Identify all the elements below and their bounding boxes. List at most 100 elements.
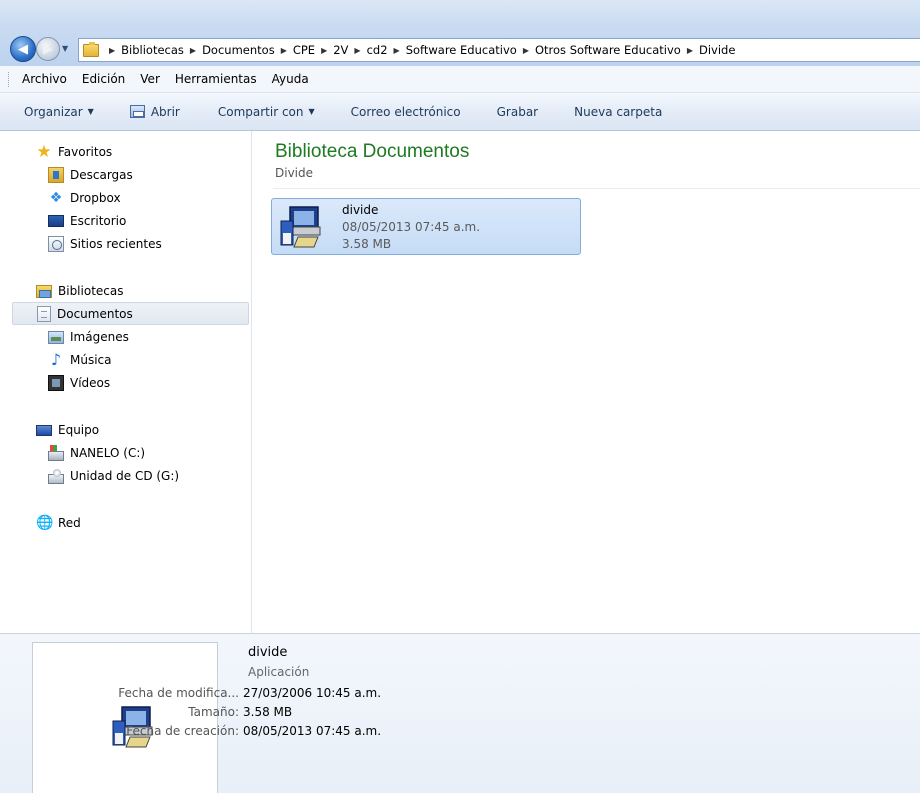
sidebar-label: Música — [70, 353, 112, 367]
organizar-button[interactable]: Organizar ▼ — [24, 105, 94, 119]
details-created-row: Fecha de creación: 08/05/2013 07:45 a.m. — [44, 724, 381, 738]
computer-icon — [36, 424, 52, 436]
sidebar-label: Bibliotecas — [58, 284, 124, 298]
network-icon: 🌐 — [36, 515, 54, 531]
music-note-icon: ♪ — [50, 350, 62, 369]
details-modified-label: Fecha de modifica... — [118, 686, 239, 700]
breadcrumb-separator-icon[interactable]: ▶ — [190, 46, 196, 55]
menu-ver[interactable]: Ver — [140, 72, 160, 86]
details-pane: divide Aplicación Fecha de modifica... 27… — [0, 633, 920, 793]
video-film-icon — [48, 375, 64, 391]
compartir-label: Compartir con — [217, 104, 304, 119]
sidebar-label: Sitios recientes — [70, 237, 162, 251]
details-size-label: Tamaño: — [188, 705, 239, 719]
breadcrumb-separator-icon[interactable]: ▶ — [321, 46, 327, 55]
desktop-icon — [48, 215, 64, 227]
sidebar-item-equipo[interactable]: Equipo — [36, 419, 99, 441]
breadcrumb-separator-icon[interactable]: ▶ — [687, 46, 693, 55]
menu-grip — [8, 72, 11, 87]
compartir-button[interactable]: Compartir con ▼ — [218, 105, 315, 119]
details-created-value[interactable]: 08/05/2013 07:45 a.m. — [243, 724, 381, 738]
sidebar-item-sitios-recientes[interactable]: Sitios recientes — [48, 233, 162, 255]
sidebar-item-dropbox[interactable]: ❖ Dropbox — [48, 187, 121, 209]
open-icon — [129, 105, 145, 118]
downloads-folder-icon — [48, 167, 64, 183]
breadcrumb-cpe[interactable]: CPE — [293, 43, 315, 57]
file-item-divide[interactable]: divide 08/05/2013 07:45 a.m. 3.58 MB — [271, 198, 581, 255]
menu-herramientas[interactable]: Herramientas — [175, 72, 257, 86]
sidebar-item-red[interactable]: 🌐 Red — [36, 512, 81, 534]
breadcrumb-2v[interactable]: 2V — [333, 43, 348, 57]
breadcrumb-separator-icon[interactable]: ▶ — [281, 46, 287, 55]
sidebar-label: Unidad de CD (G:) — [70, 469, 180, 483]
breadcrumb-separator-icon[interactable]: ▶ — [394, 46, 400, 55]
breadcrumb-bibliotecas[interactable]: Bibliotecas — [121, 43, 184, 57]
recent-pages-dropdown-icon[interactable]: ▼ — [62, 44, 68, 53]
breadcrumb-separator-icon[interactable]: ▶ — [354, 46, 360, 55]
breadcrumb-software-educativo[interactable]: Software Educativo — [406, 43, 517, 57]
chevron-down-icon: ▼ — [308, 107, 315, 116]
breadcrumb-documentos[interactable]: Documentos — [202, 43, 275, 57]
breadcrumb-otros-software-educativo[interactable]: Otros Software Educativo — [535, 43, 681, 57]
details-created-label: Fecha de creación: — [126, 724, 239, 738]
abrir-button[interactable]: Abrir — [129, 104, 180, 119]
menu-ayuda[interactable]: Ayuda — [272, 72, 309, 86]
hard-drive-icon — [48, 445, 64, 461]
sidebar-item-imagenes[interactable]: Imágenes — [48, 326, 129, 348]
forward-arrow-icon: ▶ — [43, 41, 53, 57]
sidebar-item-bibliotecas[interactable]: Bibliotecas — [36, 280, 123, 302]
file-list-pane: Biblioteca Documentos Divide divide 08/0… — [253, 131, 920, 633]
grabar-button[interactable]: Grabar — [497, 105, 539, 119]
navigation-pane: ★ Favoritos Descargas ❖ Dropbox Escritor… — [0, 131, 252, 633]
menu-archivo[interactable]: Archivo — [22, 72, 67, 86]
chevron-down-icon: ▼ — [87, 107, 94, 116]
libraries-icon — [36, 284, 52, 298]
details-modified-value[interactable]: 27/03/2006 10:45 a.m. — [243, 686, 381, 700]
menu-edicion[interactable]: Edición — [82, 72, 125, 86]
abrir-label: Abrir — [150, 104, 180, 119]
menu-bar: Archivo Edición Ver Herramientas Ayuda — [0, 66, 920, 93]
breadcrumb-cd2[interactable]: cd2 — [367, 43, 388, 57]
correo-button[interactable]: Correo electrónico — [351, 105, 461, 119]
command-bar: Organizar ▼ Abrir Compartir con ▼ Correo… — [0, 93, 920, 131]
back-arrow-icon: ◀ — [18, 41, 28, 57]
sidebar-item-favoritos[interactable]: ★ Favoritos — [36, 141, 112, 163]
sidebar-item-documentos[interactable]: Documentos — [12, 302, 249, 325]
breadcrumb-separator-icon[interactable]: ▶ — [523, 46, 529, 55]
sidebar-label: Documentos — [57, 306, 133, 321]
sidebar-item-videos[interactable]: Vídeos — [48, 372, 110, 394]
sidebar-item-musica[interactable]: ♪ Música — [48, 349, 112, 371]
breadcrumb-separator-icon[interactable]: ▶ — [109, 46, 115, 55]
nueva-carpeta-button[interactable]: Nueva carpeta — [574, 105, 662, 119]
sidebar-item-descargas[interactable]: Descargas — [48, 164, 133, 186]
details-size-value: 3.58 MB — [243, 705, 293, 719]
title-bar: ◀ ▶ ▼ ▶ Bibliotecas ▶ Documentos ▶ CPE ▶… — [0, 0, 920, 66]
pictures-icon — [48, 330, 64, 344]
star-icon: ★ — [36, 142, 52, 162]
details-size-row: Tamaño: 3.58 MB — [44, 705, 292, 719]
address-bar[interactable]: ▶ Bibliotecas ▶ Documentos ▶ CPE ▶ 2V ▶ … — [78, 38, 920, 62]
sidebar-label: Vídeos — [70, 376, 111, 390]
sidebar-label: Imágenes — [70, 330, 129, 344]
details-file-name: divide — [248, 645, 288, 660]
sidebar-item-cd-drive[interactable]: Unidad de CD (G:) — [48, 465, 179, 487]
organizar-label: Organizar — [24, 104, 83, 119]
cd-drive-icon — [48, 469, 64, 484]
details-file-type: Aplicación — [248, 665, 310, 679]
forward-button[interactable]: ▶ — [36, 37, 60, 61]
breadcrumb-divide[interactable]: Divide — [699, 43, 735, 57]
correo-label: Correo electrónico — [350, 104, 461, 119]
grabar-label: Grabar — [496, 104, 539, 119]
library-title: Biblioteca Documentos — [275, 141, 470, 162]
divider — [273, 188, 920, 189]
sidebar-label: Favoritos — [58, 145, 113, 159]
sidebar-label: NANELO (C:) — [70, 446, 146, 460]
sidebar-item-nanelo-c[interactable]: NANELO (C:) — [48, 442, 145, 464]
sidebar-item-escritorio[interactable]: Escritorio — [48, 210, 126, 232]
sidebar-label: Equipo — [58, 423, 100, 437]
sidebar-label: Dropbox — [70, 191, 121, 205]
application-installer-icon — [280, 206, 321, 248]
nueva-carpeta-label: Nueva carpeta — [574, 104, 663, 119]
dropbox-icon: ❖ — [49, 190, 63, 206]
back-button[interactable]: ◀ — [10, 36, 36, 62]
